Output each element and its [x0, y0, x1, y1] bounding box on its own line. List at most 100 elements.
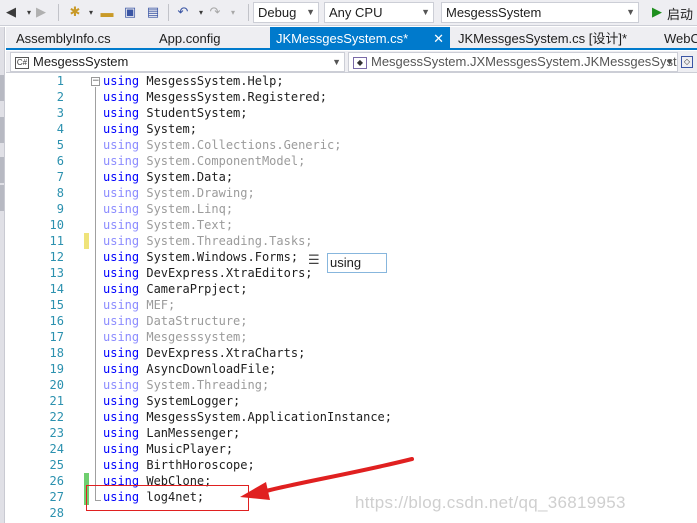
code-line[interactable]: 2 using MesgessSystem.Registered;: [6, 89, 697, 105]
back-icon[interactable]: ◀: [2, 3, 20, 21]
tab-jkmessgessystem-code[interactable]: JKMessgesSystem.cs* ✕: [270, 27, 450, 50]
line-number: 1: [56, 74, 64, 88]
code-line[interactable]: 3 using StudentSystem;: [6, 105, 697, 121]
code-line[interactable]: 10 using System.Text;: [6, 217, 697, 233]
namespace-token: System.Text;: [139, 218, 234, 232]
namespace-token: SystemLogger;: [139, 394, 241, 408]
code-line[interactable]: 20 using System.Threading;: [6, 377, 697, 393]
code-line[interactable]: 22 using MesgessSystem.ApplicationInstanc…: [6, 409, 697, 425]
code-line[interactable]: 17 using Mesgesssystem;: [6, 329, 697, 345]
line-number: 2: [56, 90, 64, 104]
namespace-token: System.Windows.Forms;: [139, 250, 299, 264]
namespace-token: System.Data;: [139, 170, 234, 184]
platform-combo[interactable]: Any CPU ▼: [324, 2, 434, 23]
member-icon: ◇: [681, 55, 693, 68]
line-number: 27: [49, 490, 64, 504]
line-number: 22: [49, 410, 64, 424]
redo-dropdown-icon[interactable]: ▾: [224, 3, 242, 21]
code-line[interactable]: 16 using DataStructure;: [6, 313, 697, 329]
code-line[interactable]: 14 using CameraPrpject;: [6, 281, 697, 297]
code-line[interactable]: 18 using DevExpress.XtraCharts;: [6, 345, 697, 361]
server-explorer-tab[interactable]: [0, 75, 4, 101]
namespace-token: DataStructure;: [139, 314, 248, 328]
annotation-highlight-box: [86, 485, 249, 511]
line-number: 4: [56, 122, 64, 136]
keyword-token: using: [103, 170, 140, 184]
tab-label: JKMessgesSystem.cs [设计]*: [458, 31, 628, 46]
startup-project-combo[interactable]: MesgessSystem ▼: [441, 2, 639, 23]
code-line[interactable]: 7 using System.Data;: [6, 169, 697, 185]
line-number: 21: [49, 394, 64, 408]
namespace-token: StudentSystem;: [139, 106, 248, 120]
data-sources-tab[interactable]: [0, 157, 4, 183]
line-number: 14: [49, 282, 64, 296]
toolbar-separator: [248, 4, 249, 21]
code-line[interactable]: 8 using System.Drawing;: [6, 185, 697, 201]
code-text: using MesgessSystem.Registered;: [103, 89, 327, 105]
tab-jkmessgessystem-designer[interactable]: JKMessgesSystem.cs [设计]*: [452, 29, 657, 49]
code-line[interactable]: 19 using AsyncDownloadFile;: [6, 361, 697, 377]
chevron-down-icon: ▼: [665, 57, 674, 67]
code-text: using DevExpress.XtraCharts;: [103, 345, 305, 361]
code-line[interactable]: 11 using System.Threading.Tasks;: [6, 233, 697, 249]
namespace-token: MEF;: [139, 298, 176, 312]
code-text: using BirthHoroscope;: [103, 457, 255, 473]
line-number: 18: [49, 346, 64, 360]
save-all-icon[interactable]: ▤: [144, 3, 162, 21]
code-text: using DevExpress.XtraEditors;: [103, 265, 313, 281]
undo-icon[interactable]: ↶: [174, 3, 192, 21]
line-number: 11: [49, 234, 64, 248]
namespace-token: CameraPrpject;: [139, 282, 248, 296]
code-line[interactable]: 6 using System.ComponentModel;: [6, 153, 697, 169]
code-line[interactable]: 21 using SystemLogger;: [6, 393, 697, 409]
project-nav-combo[interactable]: C# MesgessSystem ▼: [10, 52, 345, 72]
code-text: using MEF;: [103, 297, 175, 313]
keyword-token: using: [103, 154, 140, 168]
code-text: using AsyncDownloadFile;: [103, 361, 276, 377]
toolbox-tab[interactable]: [0, 117, 4, 143]
tab-app-config[interactable]: App.config: [153, 29, 268, 49]
start-button[interactable]: 启动: [667, 4, 693, 23]
watermark: https://blog.csdn.net/qq_36819953: [355, 493, 626, 512]
tab-webclone[interactable]: WebC: [658, 29, 697, 49]
keyword-token: using: [103, 298, 140, 312]
properties-tab[interactable]: [0, 185, 4, 211]
code-text: using Mesgesssystem;: [103, 329, 248, 345]
play-icon[interactable]: ▶: [648, 3, 666, 21]
code-text: using System.Drawing;: [103, 185, 255, 201]
tab-assemblyinfo[interactable]: AssemblyInfo.cs: [10, 29, 150, 49]
namespace-token: LanMessenger;: [139, 426, 241, 440]
code-line[interactable]: 4 using System;: [6, 121, 697, 137]
code-line[interactable]: 23 using LanMessenger;: [6, 425, 697, 441]
save-icon[interactable]: ▣: [121, 3, 139, 21]
line-number: 3: [56, 106, 64, 120]
code-text: using SystemLogger;: [103, 393, 240, 409]
toolbar-separator: [168, 4, 169, 21]
line-number: 28: [49, 506, 64, 520]
member-nav-combo[interactable]: ◇: [681, 52, 697, 72]
namespace-token: AsyncDownloadFile;: [139, 362, 277, 376]
keyword-token: using: [103, 458, 140, 472]
namespace-token: System.Linq;: [139, 202, 234, 216]
type-nav-combo[interactable]: ◆ MesgessSystem.JXMessgesSystem.JKMessges…: [348, 52, 678, 72]
code-line[interactable]: 1 using MesgessSystem.Help;: [6, 73, 697, 89]
tab-label: WebC: [664, 31, 697, 46]
code-line[interactable]: 15 using MEF;: [6, 297, 697, 313]
code-line[interactable]: 5 using System.Collections.Generic;: [6, 137, 697, 153]
close-icon[interactable]: ✕: [433, 27, 444, 50]
code-line[interactable]: 9 using System.Linq;: [6, 201, 697, 217]
forward-icon[interactable]: ▶: [32, 3, 50, 21]
code-text: using MusicPlayer;: [103, 441, 233, 457]
open-folder-icon[interactable]: ▬: [98, 3, 116, 21]
keyword-token: using: [103, 186, 140, 200]
tab-label: JKMessgesSystem.cs*: [276, 31, 409, 46]
keyword-token: using: [103, 90, 140, 104]
startup-project-value: MesgessSystem: [446, 5, 542, 20]
code-text: using MesgessSystem.ApplicationInstance;: [103, 409, 392, 425]
completion-suggestion[interactable]: using: [327, 253, 387, 273]
configuration-combo[interactable]: Debug ▼: [253, 2, 319, 23]
line-number: 15: [49, 298, 64, 312]
project-nav-value: MesgessSystem: [33, 54, 129, 69]
redo-icon[interactable]: ↷: [206, 3, 224, 21]
line-number: 23: [49, 426, 64, 440]
